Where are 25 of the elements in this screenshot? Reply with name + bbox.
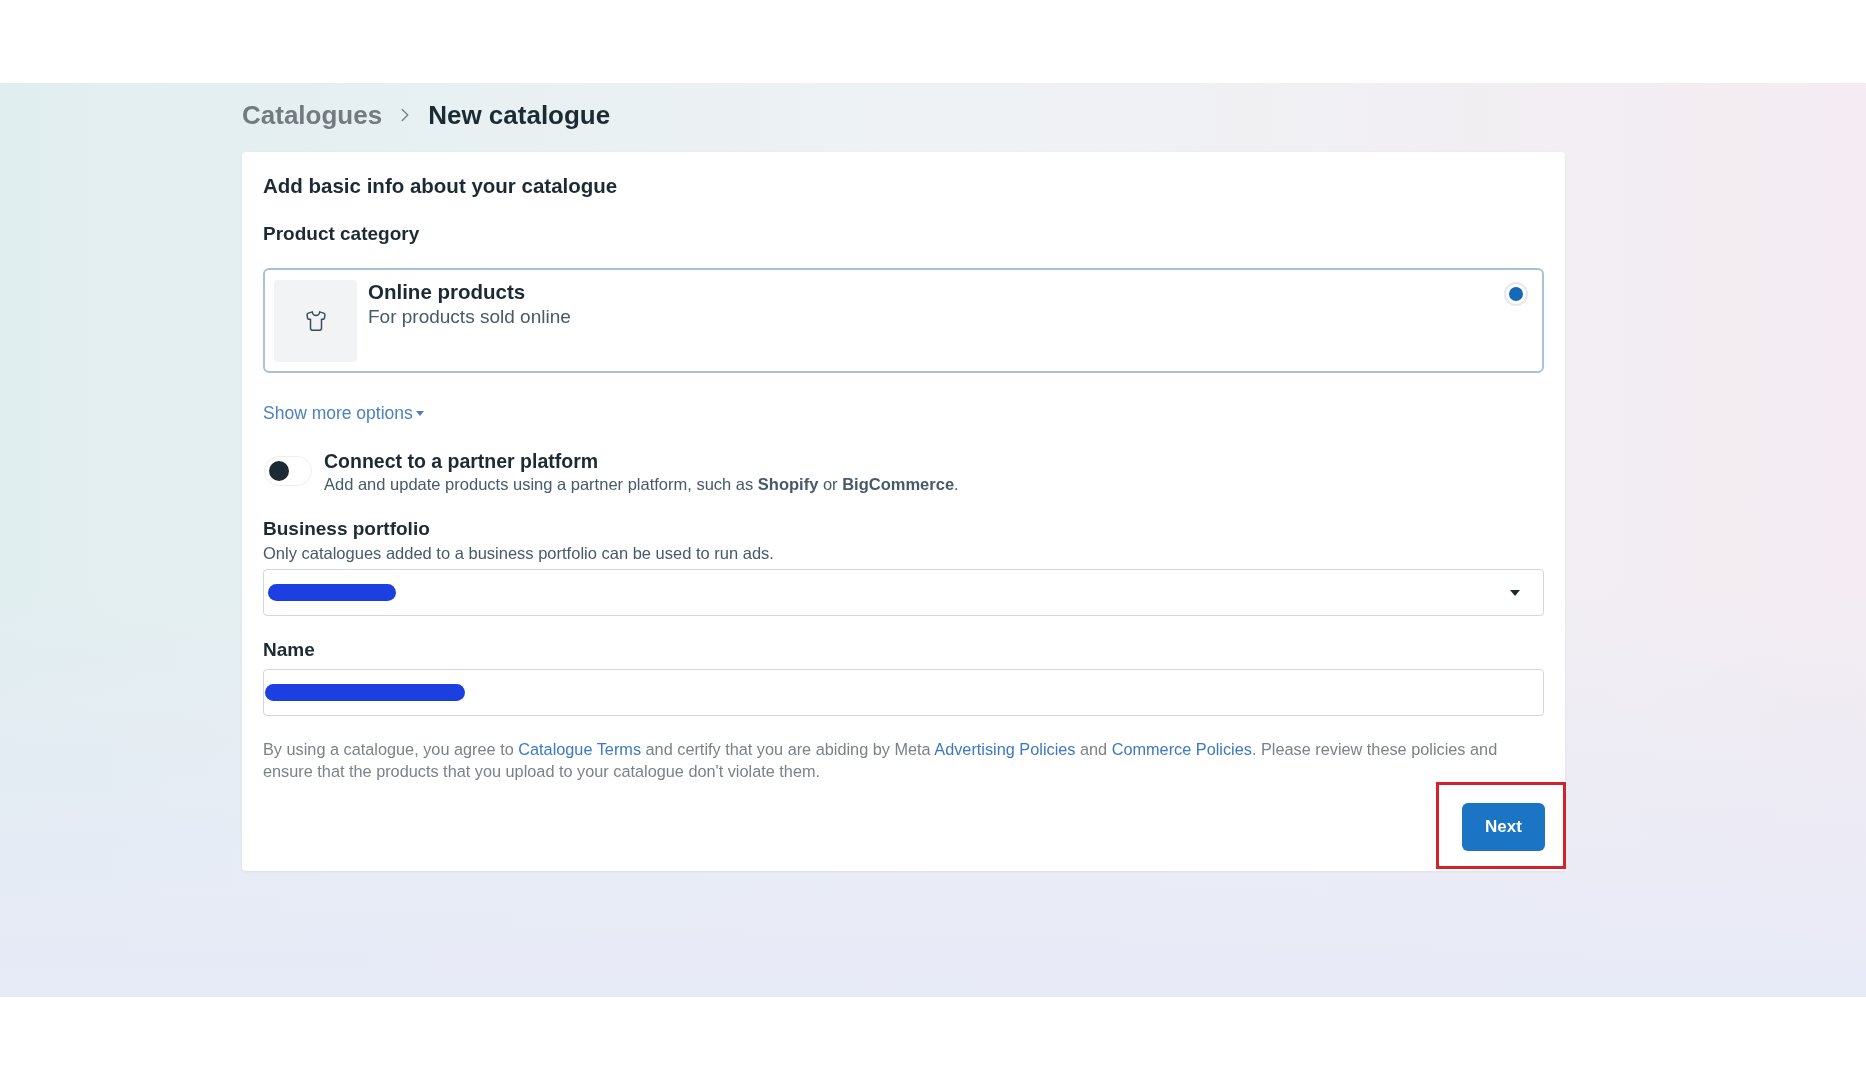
section-heading: Add basic info about your catalogue	[263, 174, 618, 198]
toggle-description: Add and update products using a partner platform, such as Shopify or BigCommerce.	[324, 474, 959, 494]
show-more-link[interactable]: Show more options	[263, 402, 424, 424]
terms-link[interactable]: Advertising Policies	[934, 740, 1076, 758]
terms-link[interactable]: Catalogue Terms	[518, 740, 642, 758]
input-field[interactable]	[263, 669, 1544, 716]
breadcrumb-link[interactable]: Catalogues	[242, 99, 383, 131]
toggle-switch[interactable]	[264, 456, 312, 486]
field-label: Name	[263, 639, 315, 661]
option-card[interactable]: Online products For products sold online	[263, 268, 1544, 373]
next-button[interactable]: Next	[1462, 803, 1545, 851]
breadcrumb-current: New catalogue	[428, 99, 611, 131]
dropdown-field[interactable]	[263, 569, 1544, 616]
field-label: Product category	[263, 222, 420, 246]
option-title: Online products	[368, 281, 526, 303]
field-label: Business portfolio	[263, 518, 430, 540]
terms-text: By using a catalogue, you agree to Catalogue Terms and certify that you are abiding by Meta Advertising Policies and Commerce Policies. Please review these policies and ensure that the products that you upload to your catalogue don't violate them.	[263, 739, 1499, 782]
field-hint: Only catalogues added to a business portfolio can be used to run ads.	[263, 543, 774, 563]
toggle-title: Connect to a partner platform	[324, 450, 599, 472]
caret-icon	[1510, 589, 1520, 596]
radio-button[interactable]	[1504, 282, 1528, 306]
terms-link[interactable]: Commerce Policies	[1111, 740, 1252, 758]
option-description: For products sold online	[368, 306, 571, 328]
caret-icon	[415, 410, 424, 416]
shirt-icon	[304, 310, 327, 332]
